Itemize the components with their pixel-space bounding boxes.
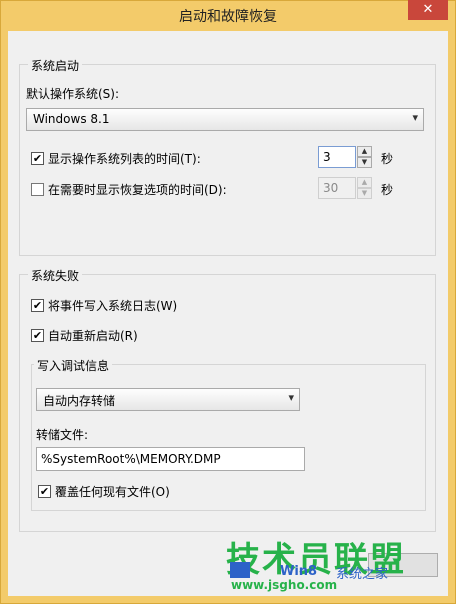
dialog-client: 系统启动 默认操作系统(S): Windows 8.1 ▾ ✔ 显示操作系统列表…	[8, 31, 448, 596]
window-title: 启动和故障恢复	[179, 9, 277, 25]
watermark-win: Win8	[280, 564, 318, 579]
show-list-checkbox[interactable]: ✔	[31, 152, 44, 165]
show-list-spinner[interactable]: ▲ ▼	[357, 146, 372, 168]
show-recovery-input[interactable]: 30	[318, 177, 356, 199]
show-list-unit: 秒	[381, 152, 394, 166]
spin-down-icon[interactable]: ▼	[357, 157, 372, 168]
check-icon: ✔	[32, 329, 43, 342]
debug-legend: 写入调试信息	[34, 357, 113, 374]
show-recovery-label: 在需要时显示恢复选项的时间(D):	[48, 183, 227, 197]
default-os-select[interactable]: Windows 8.1 ▾	[26, 108, 424, 131]
show-recovery-spinner[interactable]: ▲ ▼	[357, 177, 372, 199]
overwrite-checkbox[interactable]: ✔	[38, 485, 51, 498]
write-event-label: 将事件写入系统日志(W)	[48, 299, 178, 313]
check-icon: ✔	[32, 152, 43, 165]
debug-type-select[interactable]: 自动内存转储 ▾	[36, 388, 300, 411]
show-list-label: 显示操作系统列表的时间(T):	[48, 152, 201, 166]
spin-up-icon[interactable]: ▲	[357, 177, 372, 188]
chevron-down-icon: ▾	[412, 111, 418, 124]
show-recovery-unit: 秒	[381, 183, 394, 197]
show-list-input[interactable]: 3	[318, 146, 356, 168]
watermark-url: www.jsgho.com	[231, 578, 338, 592]
debug-type-value: 自动内存转储	[43, 394, 116, 408]
close-button[interactable]: ✕	[408, 0, 448, 20]
check-icon: ✔	[39, 485, 50, 498]
startup-legend: 系统启动	[28, 57, 83, 74]
spin-up-icon[interactable]: ▲	[357, 146, 372, 157]
show-recovery-checkbox[interactable]	[31, 183, 44, 196]
watermark-win-suffix: 系统之家	[336, 567, 389, 582]
dump-file-label: 转储文件:	[36, 428, 89, 442]
auto-restart-checkbox[interactable]: ✔	[31, 329, 44, 342]
default-os-value: Windows 8.1	[33, 112, 110, 126]
windows-logo-icon	[230, 562, 250, 578]
auto-restart-label: 自动重新启动(R)	[48, 329, 138, 343]
overwrite-label: 覆盖任何现有文件(O)	[55, 485, 170, 499]
default-os-label: 默认操作系统(S):	[26, 87, 120, 101]
dump-file-input[interactable]: %SystemRoot%\MEMORY.DMP	[36, 447, 305, 471]
spin-down-icon[interactable]: ▼	[357, 188, 372, 199]
write-event-checkbox[interactable]: ✔	[31, 299, 44, 312]
chevron-down-icon: ▾	[288, 391, 294, 404]
check-icon: ✔	[32, 299, 43, 312]
failure-legend: 系统失败	[28, 267, 83, 284]
title-bar: 启动和故障恢复 ✕	[0, 0, 456, 30]
